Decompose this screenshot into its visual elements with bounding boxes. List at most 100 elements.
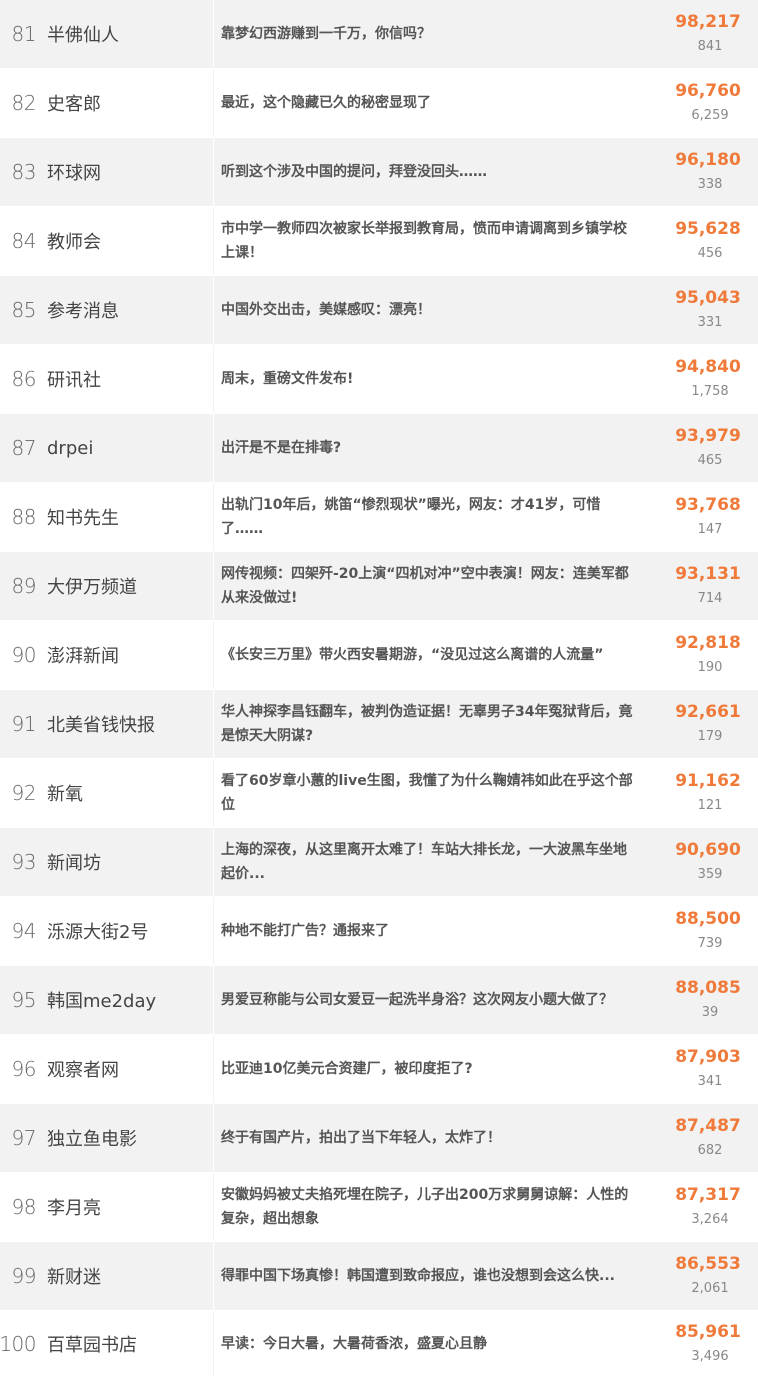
list-item[interactable]: 94 泺源大街2号 种地不能打广告？通报来了 88,500 739 [0, 897, 758, 966]
list-item[interactable]: 95 韩国me2day 男爱豆称能与公司女爱豆一起洗半身浴？这次网友小题大做了？… [0, 966, 758, 1035]
article-title[interactable]: 种地不能打广告？通报来了 [214, 897, 644, 965]
article-title-text: 安徽妈妈被丈夫掐死埋在院子，儿子出200万求舅舅谅解：人性的复杂，超出想象 [221, 1187, 629, 1227]
rank-number: 99 [11, 1264, 37, 1288]
source-name[interactable]: 澎湃新闻 [40, 621, 213, 689]
list-item[interactable]: 91 北美省钱快报 华人神探李昌钰翻车，被判伪造证据！无辜男子34年冤狱背后，竟… [0, 690, 758, 759]
source-name[interactable]: 教师会 [40, 207, 213, 275]
article-title[interactable]: 出轨门10年后，姚笛“惨烈现状”曝光，网友：才41岁，可惜了…… [214, 483, 644, 551]
article-title[interactable]: 男爱豆称能与公司女爱豆一起洗半身浴？这次网友小题大做了？ [214, 966, 644, 1034]
article-title[interactable]: 华人神探李昌钰翻车，被判伪造证据！无辜男子34年冤狱背后，竟是惊天大阴谋? [214, 690, 644, 758]
list-item[interactable]: 84 教师会 市中学一教师四次被家长举报到教育局，愤而申请调离到乡镇学校上课！ … [0, 207, 758, 276]
list-item[interactable]: 83 环球网 听到这个涉及中国的提问，拜登没回头…… 96,180 338 [0, 138, 758, 207]
stats: 88,500 739 [648, 897, 758, 965]
view-count: 93,131 [675, 564, 741, 584]
article-title-text: 男爱豆称能与公司女爱豆一起洗半身浴？这次网友小题大做了？ [221, 992, 613, 1008]
list-item[interactable]: 82 史客郎 最近，这个隐藏已久的秘密显现了 96,760 6,259 [0, 69, 758, 138]
list-item[interactable]: 92 新氧 看了60岁章小蕙的live生图，我懂了为什么鞠婧祎如此在乎这个部位 … [0, 759, 758, 828]
comment-count: 3,496 [691, 1349, 729, 1364]
article-title[interactable]: 网传视频：四架歼-20上演“四机对冲”空中表演！网友：连美军都从来没做过! [214, 552, 644, 620]
list-item[interactable]: 89 大伊万频道 网传视频：四架歼-20上演“四机对冲”空中表演！网友：连美军都… [0, 552, 758, 621]
article-title[interactable]: 最近，这个隐藏已久的秘密显现了 [214, 69, 644, 137]
source-name[interactable]: 北美省钱快报 [40, 690, 213, 758]
article-title[interactable]: 听到这个涉及中国的提问，拜登没回头…… [214, 138, 644, 206]
source-name[interactable]: 新氧 [40, 759, 213, 827]
article-title-text: 听到这个涉及中国的提问，拜登没回头…… [221, 164, 487, 180]
comment-count: 6,259 [691, 108, 729, 123]
stats: 93,768 147 [648, 483, 758, 551]
rank-number: 89 [11, 574, 37, 598]
list-item[interactable]: 97 独立鱼电影 终于有国产片，拍出了当下年轻人，太炸了！ 87,487 682 [0, 1104, 758, 1173]
source-name[interactable]: 史客郎 [40, 69, 213, 137]
comment-count: 338 [697, 177, 723, 192]
source-name[interactable]: 李月亮 [40, 1173, 213, 1241]
stats: 95,628 456 [648, 207, 758, 275]
source-name[interactable]: 研讯社 [40, 345, 213, 413]
source-name[interactable]: 观察者网 [40, 1035, 213, 1103]
stats: 96,180 338 [648, 138, 758, 206]
article-title[interactable]: 周末，重磅文件发布! [214, 345, 644, 413]
rank-number: 82 [11, 91, 37, 115]
source-name[interactable]: 参考消息 [40, 276, 213, 344]
article-title[interactable]: 出汗是不是在排毒? [214, 414, 644, 482]
stats: 88,085 39 [648, 966, 758, 1034]
article-title[interactable]: 早读：今日大暑，大暑荷香浓，盛夏心且静 [214, 1311, 644, 1377]
rank-number: 100 [0, 1332, 37, 1356]
article-title[interactable]: 比亚迪10亿美元合资建厂，被印度拒了? [214, 1035, 644, 1103]
list-item[interactable]: 87 drpei 出汗是不是在排毒? 93,979 465 [0, 414, 758, 483]
source-name[interactable]: drpei [40, 414, 213, 482]
list-item[interactable]: 93 新闻坊 上海的深夜，从这里离开太难了！车站大排长龙，一大波黑车坐地起价..… [0, 828, 758, 897]
comment-count: 147 [697, 522, 723, 537]
article-title[interactable]: 靠梦幻西游赚到一千万，你信吗？ [214, 0, 644, 68]
source-name[interactable]: 泺源大街2号 [40, 897, 213, 965]
source-name[interactable]: 知书先生 [40, 483, 213, 551]
article-title[interactable]: 终于有国产片，拍出了当下年轻人，太炸了！ [214, 1104, 644, 1172]
comment-count: 121 [697, 798, 723, 813]
article-title-text: 出轨门10年后，姚笛“惨烈现状”曝光，网友：才41岁，可惜了…… [221, 497, 601, 537]
list-item[interactable]: 90 澎湃新闻 《长安三万里》带火西安暑期游，“没见过这么离谱的人流量” 92,… [0, 621, 758, 690]
source-name[interactable]: 半佛仙人 [40, 0, 213, 68]
comment-count: 341 [697, 1074, 723, 1089]
stats: 87,487 682 [648, 1104, 758, 1172]
source-name[interactable]: 新财迷 [40, 1242, 213, 1310]
article-title[interactable]: 《长安三万里》带火西安暑期游，“没见过这么离谱的人流量” [214, 621, 644, 689]
view-count: 92,818 [675, 633, 741, 653]
source-name[interactable]: 环球网 [40, 138, 213, 206]
list-item[interactable]: 81 半佛仙人 靠梦幻西游赚到一千万，你信吗？ 98,217 841 [0, 0, 758, 69]
list-item[interactable]: 99 新财迷 得罪中国下场真惨！韩国遭到致命报应，谁也没想到会这么快... 86… [0, 1242, 758, 1311]
list-item[interactable]: 98 李月亮 安徽妈妈被丈夫掐死埋在院子，儿子出200万求舅舅谅解：人性的复杂，… [0, 1173, 758, 1242]
source-name[interactable]: 独立鱼电影 [40, 1104, 213, 1172]
source-name[interactable]: 韩国me2day [40, 966, 213, 1034]
article-title[interactable]: 安徽妈妈被丈夫掐死埋在院子，儿子出200万求舅舅谅解：人性的复杂，超出想象 [214, 1173, 644, 1241]
source-name[interactable]: 百草园书店 [40, 1311, 213, 1377]
stats: 93,131 714 [648, 552, 758, 620]
source-name[interactable]: 大伊万频道 [40, 552, 213, 620]
list-item[interactable]: 86 研讯社 周末，重磅文件发布! 94,840 1,758 [0, 345, 758, 414]
article-title[interactable]: 得罪中国下场真惨！韩国遭到致命报应，谁也没想到会这么快... [214, 1242, 644, 1310]
view-count: 87,317 [675, 1185, 741, 1205]
list-item[interactable]: 85 参考消息 中国外交出击，美媒感叹：漂亮！ 95,043 331 [0, 276, 758, 345]
article-title-text: 华人神探李昌钰翻车，被判伪造证据！无辜男子34年冤狱背后，竟是惊天大阴谋? [221, 704, 633, 744]
article-title[interactable]: 上海的深夜，从这里离开太难了！车站大排长龙，一大波黑车坐地起价... [214, 828, 644, 896]
list-item[interactable]: 100 百草园书店 早读：今日大暑，大暑荷香浓，盛夏心且静 85,961 3,4… [0, 1311, 758, 1378]
list-item[interactable]: 88 知书先生 出轨门10年后，姚笛“惨烈现状”曝光，网友：才41岁，可惜了……… [0, 483, 758, 552]
article-title-text: 上海的深夜，从这里离开太难了！车站大排长龙，一大波黑车坐地起价... [221, 842, 627, 882]
source-name[interactable]: 新闻坊 [40, 828, 213, 896]
list-item[interactable]: 96 观察者网 比亚迪10亿美元合资建厂，被印度拒了? 87,903 341 [0, 1035, 758, 1104]
article-title[interactable]: 市中学一教师四次被家长举报到教育局，愤而申请调离到乡镇学校上课！ [214, 207, 644, 275]
comment-count: 179 [697, 729, 723, 744]
article-title[interactable]: 中国外交出击，美媒感叹：漂亮！ [214, 276, 644, 344]
stats: 93,979 465 [648, 414, 758, 482]
stats: 98,217 841 [648, 0, 758, 68]
stats: 85,961 3,496 [648, 1311, 758, 1377]
rank-number: 85 [11, 298, 37, 322]
stats: 86,553 2,061 [648, 1242, 758, 1310]
view-count: 96,760 [675, 81, 741, 101]
article-title[interactable]: 看了60岁章小蕙的live生图，我懂了为什么鞠婧祎如此在乎这个部位 [214, 759, 644, 827]
article-title-text: 《长安三万里》带火西安暑期游，“没见过这么离谱的人流量” [221, 647, 604, 663]
article-title-text: 周末，重磅文件发布! [221, 371, 354, 387]
comment-count: 2,061 [691, 1281, 729, 1296]
view-count: 86,553 [675, 1254, 741, 1274]
rank-number: 83 [11, 160, 37, 184]
rank-number: 98 [11, 1195, 37, 1219]
article-title-text: 市中学一教师四次被家长举报到教育局，愤而申请调离到乡镇学校上课！ [221, 221, 627, 261]
